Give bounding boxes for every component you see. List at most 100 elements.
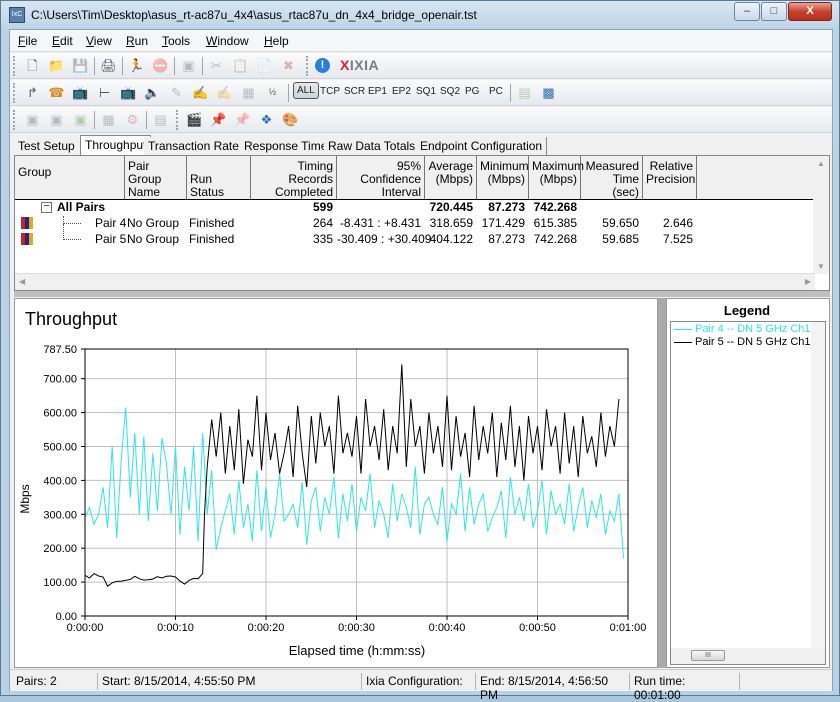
table-row[interactable]: Pair 5 No Group Finished 335 -30.409 : +… <box>15 232 815 248</box>
filter-ep2[interactable]: EP2 <box>392 86 411 97</box>
legend-line-swatch <box>674 329 692 330</box>
maximum-value: 615.385 <box>529 216 577 230</box>
legend-item-pair-4[interactable]: Pair 4 -- DN 5 GHz Ch15 <box>674 323 817 335</box>
horizontal-splitter[interactable] <box>14 291 830 297</box>
window-icon[interactable]: ▣ <box>180 57 197 74</box>
script2-icon[interactable]: ✍ <box>216 84 233 101</box>
status-start: Start: 8/15/2014, 4:55:50 PM <box>98 673 362 690</box>
legend-vertical-scrollbar[interactable] <box>811 322 825 648</box>
col-measured-time[interactable]: MeasuredTime (sec) <box>581 156 643 199</box>
col-pair-group-name[interactable]: Pair GroupName <box>125 156 187 199</box>
vertical-splitter[interactable] <box>658 298 666 668</box>
col-minimum[interactable]: Minimum(Mbps) <box>477 156 529 199</box>
col-average[interactable]: Average(Mbps) <box>425 156 477 199</box>
scroll-up-icon[interactable]: ▲ <box>817 159 825 168</box>
status-config: Ixia Configuration: <box>362 673 476 690</box>
print-icon[interactable]: 🖨 <box>100 57 117 74</box>
minimize-button[interactable]: – <box>734 2 760 21</box>
split-icon[interactable]: ▦ <box>100 111 117 128</box>
col-group[interactable]: Group <box>15 156 125 199</box>
y-tick-label: 500.00 <box>43 441 77 453</box>
col-label: Timing Records <box>254 160 333 186</box>
info-icon[interactable]: ! <box>315 58 330 73</box>
table-row-all-pairs[interactable]: − All Pairs 599 720.445 87.273 742.268 <box>15 200 815 216</box>
menu-help[interactable]: Help <box>264 34 289 48</box>
maximize-button[interactable]: □ <box>761 2 787 21</box>
toolbar-grip[interactable] <box>13 110 16 130</box>
menu-window[interactable]: Window <box>206 34 249 48</box>
menu-file[interactable]: File <box>18 34 37 48</box>
menu-window-accel: W <box>206 34 217 48</box>
delete-icon[interactable]: ✖ <box>280 57 297 74</box>
legend-item-pair-5[interactable]: Pair 5 -- DN 5 GHz Ch15 <box>674 336 817 348</box>
run-icon[interactable]: 🏃 <box>128 57 145 74</box>
group-icon[interactable]: ▣ <box>24 111 41 128</box>
table-row[interactable]: Pair 4 No Group Finished 264 -8.431 : +8… <box>15 216 815 232</box>
save-icon[interactable]: 💾 <box>72 57 89 74</box>
copy-icon[interactable]: 📋 <box>232 57 249 74</box>
scroll-left-icon[interactable]: ◀ <box>19 277 25 286</box>
col-relative-precision[interactable]: RelativePrecision <box>643 156 697 199</box>
cut-icon[interactable]: ✂ <box>208 57 225 74</box>
pin-icon[interactable]: 📌 <box>210 111 227 128</box>
filter-sq2[interactable]: SQ2 <box>440 86 460 97</box>
filter-pg[interactable]: PG <box>465 86 479 97</box>
stop-icon[interactable]: ⛔ <box>152 57 169 74</box>
video-icon[interactable]: 📺 <box>120 84 137 101</box>
edit-icon[interactable]: ✎ <box>168 84 185 101</box>
tab-throughput[interactable]: Throughput <box>80 135 151 156</box>
filter-ep1[interactable]: EP1 <box>368 86 387 97</box>
palette-icon[interactable]: 🎨 <box>282 111 299 128</box>
ungroup-icon[interactable]: ▣ <box>48 111 65 128</box>
tab-test-setup[interactable]: Test Setup <box>14 137 79 155</box>
close-button[interactable]: X <box>788 2 832 21</box>
numbered-icon[interactable]: ½ <box>264 84 281 101</box>
link-icon[interactable]: ▣ <box>72 111 89 128</box>
pin2-icon[interactable]: 📌 <box>234 111 251 128</box>
filter-tcp[interactable]: TCP <box>320 86 340 97</box>
add-pair-icon[interactable]: ☎ <box>48 84 65 101</box>
paste-icon[interactable]: 📄 <box>256 57 273 74</box>
scroll-thumb[interactable]: III <box>691 650 725 661</box>
menu-view[interactable]: View <box>86 34 112 48</box>
script-icon[interactable]: ✍ <box>192 84 209 101</box>
col-run-status[interactable]: Run Status <box>187 156 251 199</box>
filter-sq1[interactable]: SQ1 <box>416 86 436 97</box>
menu-run[interactable]: Run <box>126 34 148 48</box>
menu-edit[interactable]: Edit <box>52 34 73 48</box>
voice-icon[interactable]: 🔈 <box>144 84 161 101</box>
compare-icon[interactable]: ▦ <box>240 84 257 101</box>
filter-all[interactable]: ALL <box>293 82 319 99</box>
menu-tools[interactable]: Tools <box>162 34 190 48</box>
table-icon[interactable]: ▤ <box>152 111 169 128</box>
scroll-right-icon[interactable]: ▶ <box>805 277 811 286</box>
toolbar-grip[interactable] <box>13 56 16 76</box>
network-icon[interactable]: ❖ <box>258 111 275 128</box>
tab-endpoint-configuration[interactable]: Endpoint Configuration <box>416 137 547 155</box>
toolbar-grip[interactable] <box>13 83 16 103</box>
col-timing-records[interactable]: Timing RecordsCompleted <box>251 156 337 199</box>
tab-transaction-rate[interactable]: Transaction Rate <box>144 137 244 155</box>
multicast-icon[interactable]: 📺 <box>72 84 89 101</box>
x-tick-label: 0:00:40 <box>429 622 466 634</box>
scroll-down-icon[interactable]: ▼ <box>817 262 825 271</box>
collapse-toggle[interactable]: − <box>41 202 52 213</box>
config-icon[interactable]: ⚙ <box>124 111 141 128</box>
topology-icon[interactable]: ⊢ <box>96 84 113 101</box>
col-confidence-interval[interactable]: 95% ConfidenceInterval <box>337 156 425 199</box>
new-icon[interactable]: 🗋 <box>24 57 41 74</box>
filter-pc[interactable]: PC <box>489 86 503 97</box>
report-icon[interactable]: ▩ <box>540 84 557 101</box>
legend-horizontal-scrollbar[interactable]: III <box>671 648 826 664</box>
open-icon[interactable]: 📁 <box>48 57 65 74</box>
clapper-icon[interactable]: 🎬 <box>186 111 203 128</box>
tab-response-time[interactable]: Response Time <box>240 137 332 155</box>
table-vertical-scrollbar[interactable]: ▲ ▼ <box>813 156 829 274</box>
table-horizontal-scrollbar[interactable]: ◀ ▶ <box>15 273 815 290</box>
pair-icon[interactable]: ↱ <box>24 84 41 101</box>
tab-raw-data-totals[interactable]: Raw Data Totals <box>324 137 420 155</box>
filter-scr[interactable]: SCR <box>344 86 365 97</box>
export-icon[interactable]: ▤ <box>516 84 533 101</box>
col-maximum[interactable]: Maximum(Mbps) <box>529 156 581 199</box>
run-status: Finished <box>189 216 234 230</box>
